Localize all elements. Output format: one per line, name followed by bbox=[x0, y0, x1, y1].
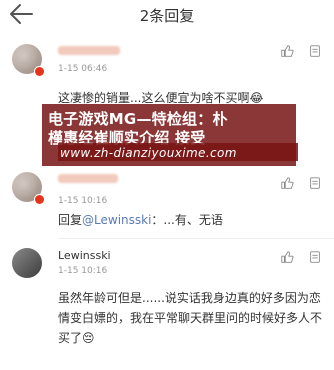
verified-badge-icon bbox=[34, 194, 45, 205]
sad-emoji-icon: 😔 bbox=[82, 331, 95, 345]
header-bar: 2条回复 bbox=[0, 0, 334, 30]
watermark-line1: 电子游戏MG—特检组：朴 bbox=[48, 110, 228, 128]
like-icon[interactable] bbox=[280, 44, 294, 58]
like-icon[interactable] bbox=[280, 176, 294, 190]
comment-time: 1-15 10:16 bbox=[58, 196, 108, 206]
watermark-url: www.zh-dianziyouxime.com bbox=[60, 146, 237, 160]
username-redacted[interactable] bbox=[58, 174, 118, 183]
more-icon[interactable] bbox=[308, 44, 322, 58]
more-icon[interactable] bbox=[308, 250, 322, 264]
comment-username[interactable]: Lewinsski bbox=[58, 246, 111, 266]
more-icon[interactable] bbox=[308, 176, 322, 190]
comment-time: 1-15 06:46 bbox=[58, 64, 108, 74]
comment-item: 1-15 10:16 回复@Lewinsski：...有、无语 bbox=[0, 168, 334, 238]
avatar[interactable] bbox=[12, 248, 42, 278]
laugh-emoji-icon: 😂 bbox=[249, 91, 264, 105]
mention-link[interactable]: @Lewinsski bbox=[82, 213, 151, 227]
comment-text: 虽然年龄可但是......说实话我身边真的好多因为恋情变白嫖的，我在平常聊天群里… bbox=[58, 291, 323, 345]
username-redacted[interactable] bbox=[58, 46, 120, 55]
comment-time: 1-15 10:16 bbox=[58, 266, 108, 276]
like-icon[interactable] bbox=[280, 250, 294, 264]
divider bbox=[58, 238, 334, 239]
reply-text: 回复@Lewinsski：...有、无语 bbox=[58, 213, 223, 227]
page-title: 2条回复 bbox=[139, 7, 195, 25]
verified-badge-icon bbox=[34, 66, 45, 77]
comment-item: Lewinsski 1-15 10:16 虽然年龄可但是......说实话我身边… bbox=[0, 244, 334, 370]
